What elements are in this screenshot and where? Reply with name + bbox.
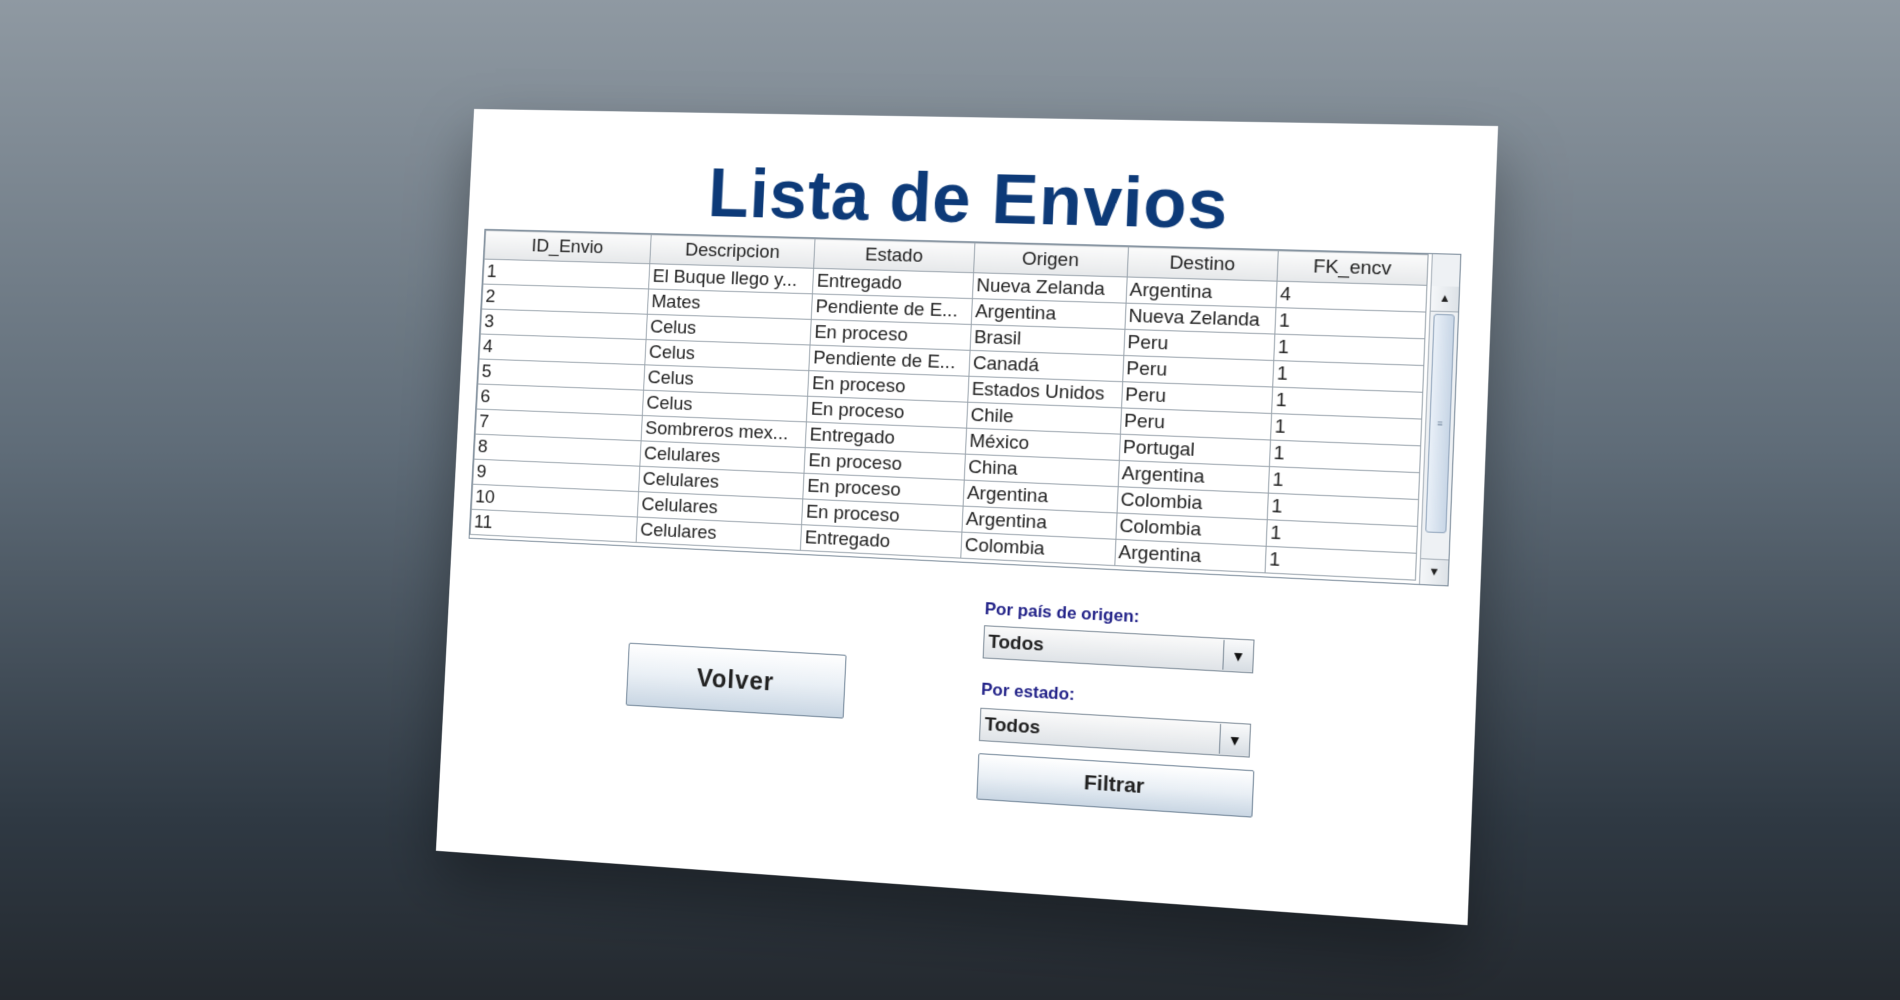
column-header-descripcion[interactable]: Descripcion	[650, 234, 816, 269]
triangle-up-icon: ▲	[1438, 292, 1451, 306]
volver-button[interactable]: Volver	[625, 642, 847, 719]
scroll-up-button[interactable]: ▲	[1430, 285, 1460, 313]
cell-fk[interactable]: 1	[1265, 546, 1417, 581]
origen-filter-label: Por país de origen:	[984, 599, 1140, 627]
chevron-down-icon[interactable]: ▼	[1218, 723, 1250, 756]
estado-select-value: Todos	[984, 713, 1041, 739]
origen-select[interactable]: Todos ▼	[982, 625, 1255, 674]
scroll-down-button[interactable]: ▼	[1420, 558, 1449, 586]
chevron-down-icon[interactable]: ▼	[1222, 639, 1254, 672]
column-header-destino[interactable]: Destino	[1126, 246, 1279, 282]
app-window: Lista de Envios ID_Envio Descripcion Est…	[435, 108, 1499, 926]
origen-select-value: Todos	[987, 631, 1045, 656]
column-header-id[interactable]: ID_Envio	[484, 230, 652, 264]
estado-select[interactable]: Todos ▼	[978, 707, 1252, 758]
filtrar-button[interactable]: Filtrar	[976, 753, 1255, 818]
shipments-table[interactable]: ID_Envio Descripcion Estado Origen Desti…	[468, 228, 1462, 587]
cell-destino[interactable]: Argentina	[1114, 539, 1267, 573]
estado-filter-label: Por estado:	[980, 679, 1076, 705]
scene: Lista de Envios ID_Envio Descripcion Est…	[0, 0, 1900, 1000]
table-body: 1 El Buque llego y... Entregado Nueva Zelan…	[470, 259, 1427, 581]
column-header-estado[interactable]: Estado	[814, 238, 975, 273]
column-header-origen[interactable]: Origen	[973, 242, 1129, 277]
scroll-thumb[interactable]: ≡	[1425, 313, 1455, 534]
triangle-down-icon: ▼	[1428, 565, 1441, 579]
grip-icon: ≡	[1437, 418, 1443, 429]
shipments-grid: ID_Envio Descripcion Estado Origen Desti…	[470, 230, 1429, 581]
column-header-fk[interactable]: FK_encv	[1277, 250, 1429, 286]
